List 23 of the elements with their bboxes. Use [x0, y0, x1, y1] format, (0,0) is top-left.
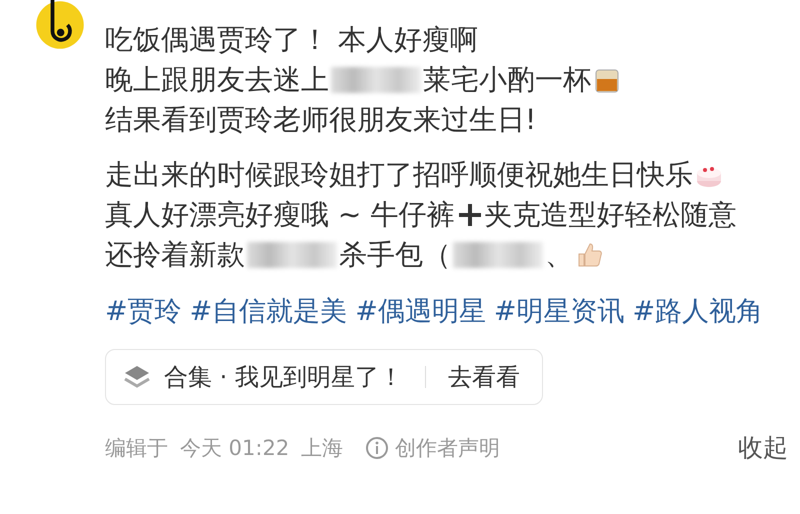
post-text: 吃饭偶遇贾玲了！ 本人好瘦啊: [105, 22, 478, 58]
view-link[interactable]: 去看看: [448, 361, 520, 393]
hashtag-link[interactable]: #自信就是美: [190, 293, 348, 331]
post-text: 、: [545, 237, 573, 273]
post-text: 真人好漂亮好瘦哦 ~ 牛仔裤: [105, 197, 454, 233]
post-text: 走出来的时候跟玲姐打了招呼顺便祝她生日快乐: [105, 157, 693, 193]
post-text: 杀手包（: [339, 237, 451, 273]
post-text: 夹克造型好轻松随意: [484, 197, 736, 233]
post-text: 莱宅小酌一杯: [423, 62, 591, 98]
collapse-button[interactable]: 收起: [736, 431, 790, 464]
collection-card[interactable]: 合集 · 我见到明星了！ 去看看: [105, 349, 543, 405]
post-text: 还拎着新款: [105, 237, 245, 273]
post-text: 晚上跟朋友去迷上: [105, 62, 329, 98]
hashtag-link[interactable]: #贾玲: [105, 293, 182, 331]
edit-time: 今天 01:22: [180, 434, 290, 462]
location-text: 上海: [301, 434, 344, 462]
hashtag-link[interactable]: #明星资讯: [494, 293, 624, 331]
info-icon: [365, 436, 390, 460]
hashtag-link[interactable]: #偶遇明星: [355, 293, 486, 331]
post-text: 结果看到贾玲老师很朋友来过生日!: [105, 102, 536, 138]
collection-title: 合集 · 我见到明星了！: [164, 362, 403, 393]
edited-label: 编辑于: [105, 434, 168, 462]
hashtag-link[interactable]: #路人视角: [632, 293, 764, 331]
